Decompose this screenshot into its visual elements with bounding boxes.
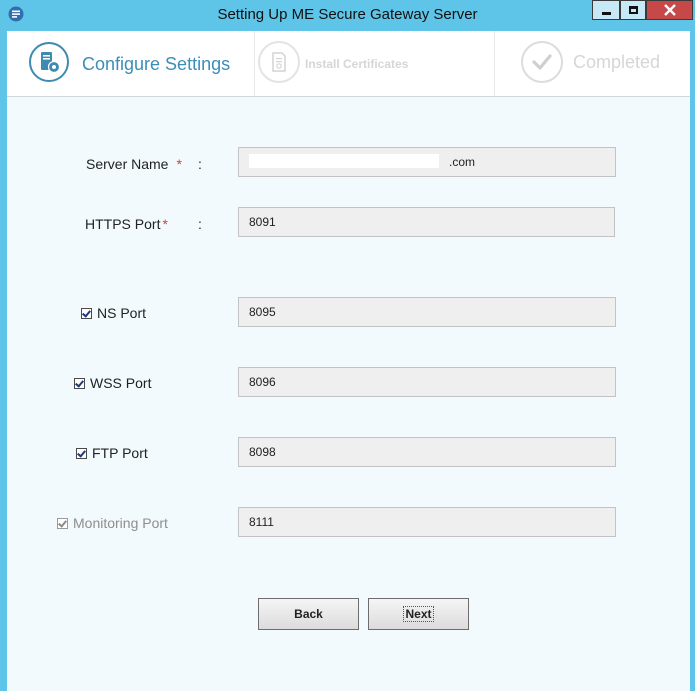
- maximize-icon: [628, 6, 638, 14]
- close-button[interactable]: [646, 0, 693, 20]
- maximize-button[interactable]: [620, 0, 646, 20]
- back-button-label: Back: [294, 607, 323, 621]
- server-name-label: Server Name *: [86, 156, 182, 172]
- back-button[interactable]: Back: [258, 598, 359, 630]
- wss-port-input[interactable]: 8096: [238, 367, 616, 397]
- required-marker: *: [176, 156, 182, 172]
- monitoring-port-input[interactable]: 8111: [238, 507, 616, 537]
- minimize-icon: [601, 11, 611, 15]
- server-name-suffix: .com: [439, 155, 476, 169]
- step-label-install: Install Certificates: [305, 57, 409, 71]
- monitoring-port-label: Monitoring Port: [73, 515, 168, 531]
- ns-port-input[interactable]: 8095: [238, 297, 616, 327]
- wss-port-checkbox[interactable]: [74, 377, 85, 389]
- ns-port-label: NS Port: [97, 305, 147, 321]
- required-marker: *: [162, 216, 168, 232]
- minimize-button[interactable]: [592, 0, 620, 20]
- https-port-colon: :: [198, 216, 202, 232]
- next-button[interactable]: Next: [368, 598, 469, 630]
- window-title: Setting Up ME Secure Gateway Server: [217, 6, 478, 23]
- step-label-completed: Completed: [573, 52, 661, 72]
- server-name-input[interactable]: .com: [238, 147, 616, 177]
- monitoring-port-option: Monitoring Port: [57, 515, 168, 531]
- next-button-label: Next: [403, 606, 434, 622]
- ftp-port-input[interactable]: 8098: [238, 437, 616, 467]
- server-gear-icon: [29, 42, 69, 82]
- ns-port-checkbox[interactable]: [81, 307, 92, 319]
- ftp-port-option[interactable]: FTP Port: [76, 445, 148, 461]
- wss-port-option[interactable]: WSS Port: [74, 375, 151, 391]
- monitoring-port-checkbox: [57, 517, 68, 529]
- server-name-label-text: Server Name: [86, 156, 169, 172]
- step-completed: Completed: [495, 31, 690, 96]
- step-install-certificates: Install Certificates: [255, 31, 495, 96]
- ns-port-option[interactable]: NS Port: [81, 305, 146, 321]
- https-port-label-text: HTTPS Port: [85, 216, 161, 232]
- server-name-colon: :: [198, 156, 202, 172]
- step-configure-settings: Configure Settings: [7, 31, 255, 96]
- close-icon: [663, 4, 676, 16]
- wizard-steps: Configure Settings Install Certificates …: [7, 31, 690, 97]
- checkmark-icon: [521, 41, 563, 83]
- certificate-icon: [258, 41, 300, 83]
- https-port-input[interactable]: 8091: [238, 207, 615, 237]
- step-label-configure: Configure Settings: [82, 54, 231, 74]
- ftp-port-label: FTP Port: [92, 445, 148, 461]
- wss-port-label: WSS Port: [90, 375, 152, 391]
- title-bar: Setting Up ME Secure Gateway Server: [0, 0, 695, 31]
- redacted-text: [249, 154, 439, 169]
- ftp-port-checkbox[interactable]: [76, 447, 87, 459]
- configure-settings-panel: Server Name * : .com HTTPS Port * : 8091 N…: [7, 97, 690, 691]
- https-port-label: HTTPS Port *: [85, 216, 168, 232]
